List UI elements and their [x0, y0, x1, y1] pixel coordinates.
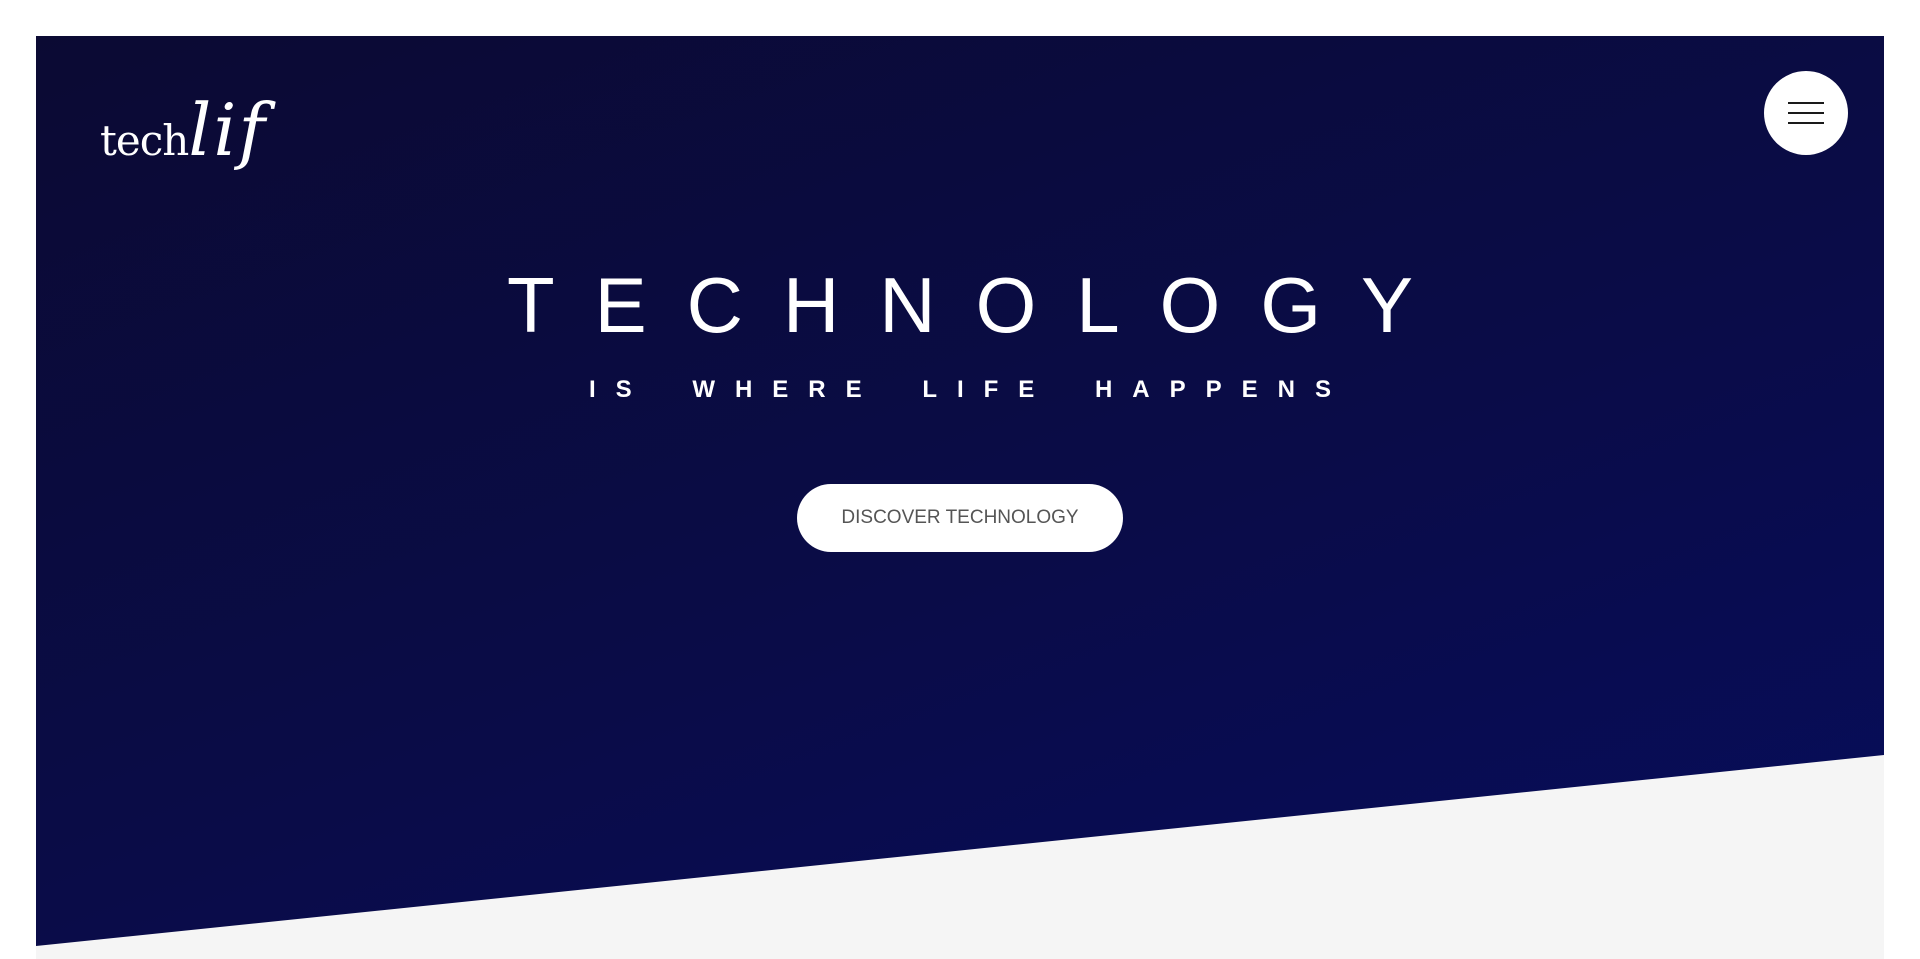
hero-title: TECHNOLOGY — [506, 261, 1454, 349]
hamburger-menu-icon-line-3 — [1788, 122, 1824, 124]
hamburger-menu-icon-line-2 — [1788, 112, 1824, 114]
hero-section: tech lif TECHNOLOGY IS WHERE LIFE HAPPENS… — [36, 36, 1884, 959]
page: tech lif TECHNOLOGY IS WHERE LIFE HAPPENS… — [0, 0, 1920, 959]
logo[interactable]: tech lif — [100, 88, 267, 172]
logo-text-tech: tech — [100, 116, 189, 165]
menu-button[interactable] — [1764, 71, 1848, 155]
logo-text-lif: lif — [188, 88, 268, 172]
discover-technology-button[interactable]: DISCOVER TECHNOLOGY — [797, 484, 1123, 552]
hamburger-menu-icon — [1788, 102, 1824, 104]
hero-subtitle: IS WHERE LIFE HAPPENS — [588, 376, 1352, 403]
